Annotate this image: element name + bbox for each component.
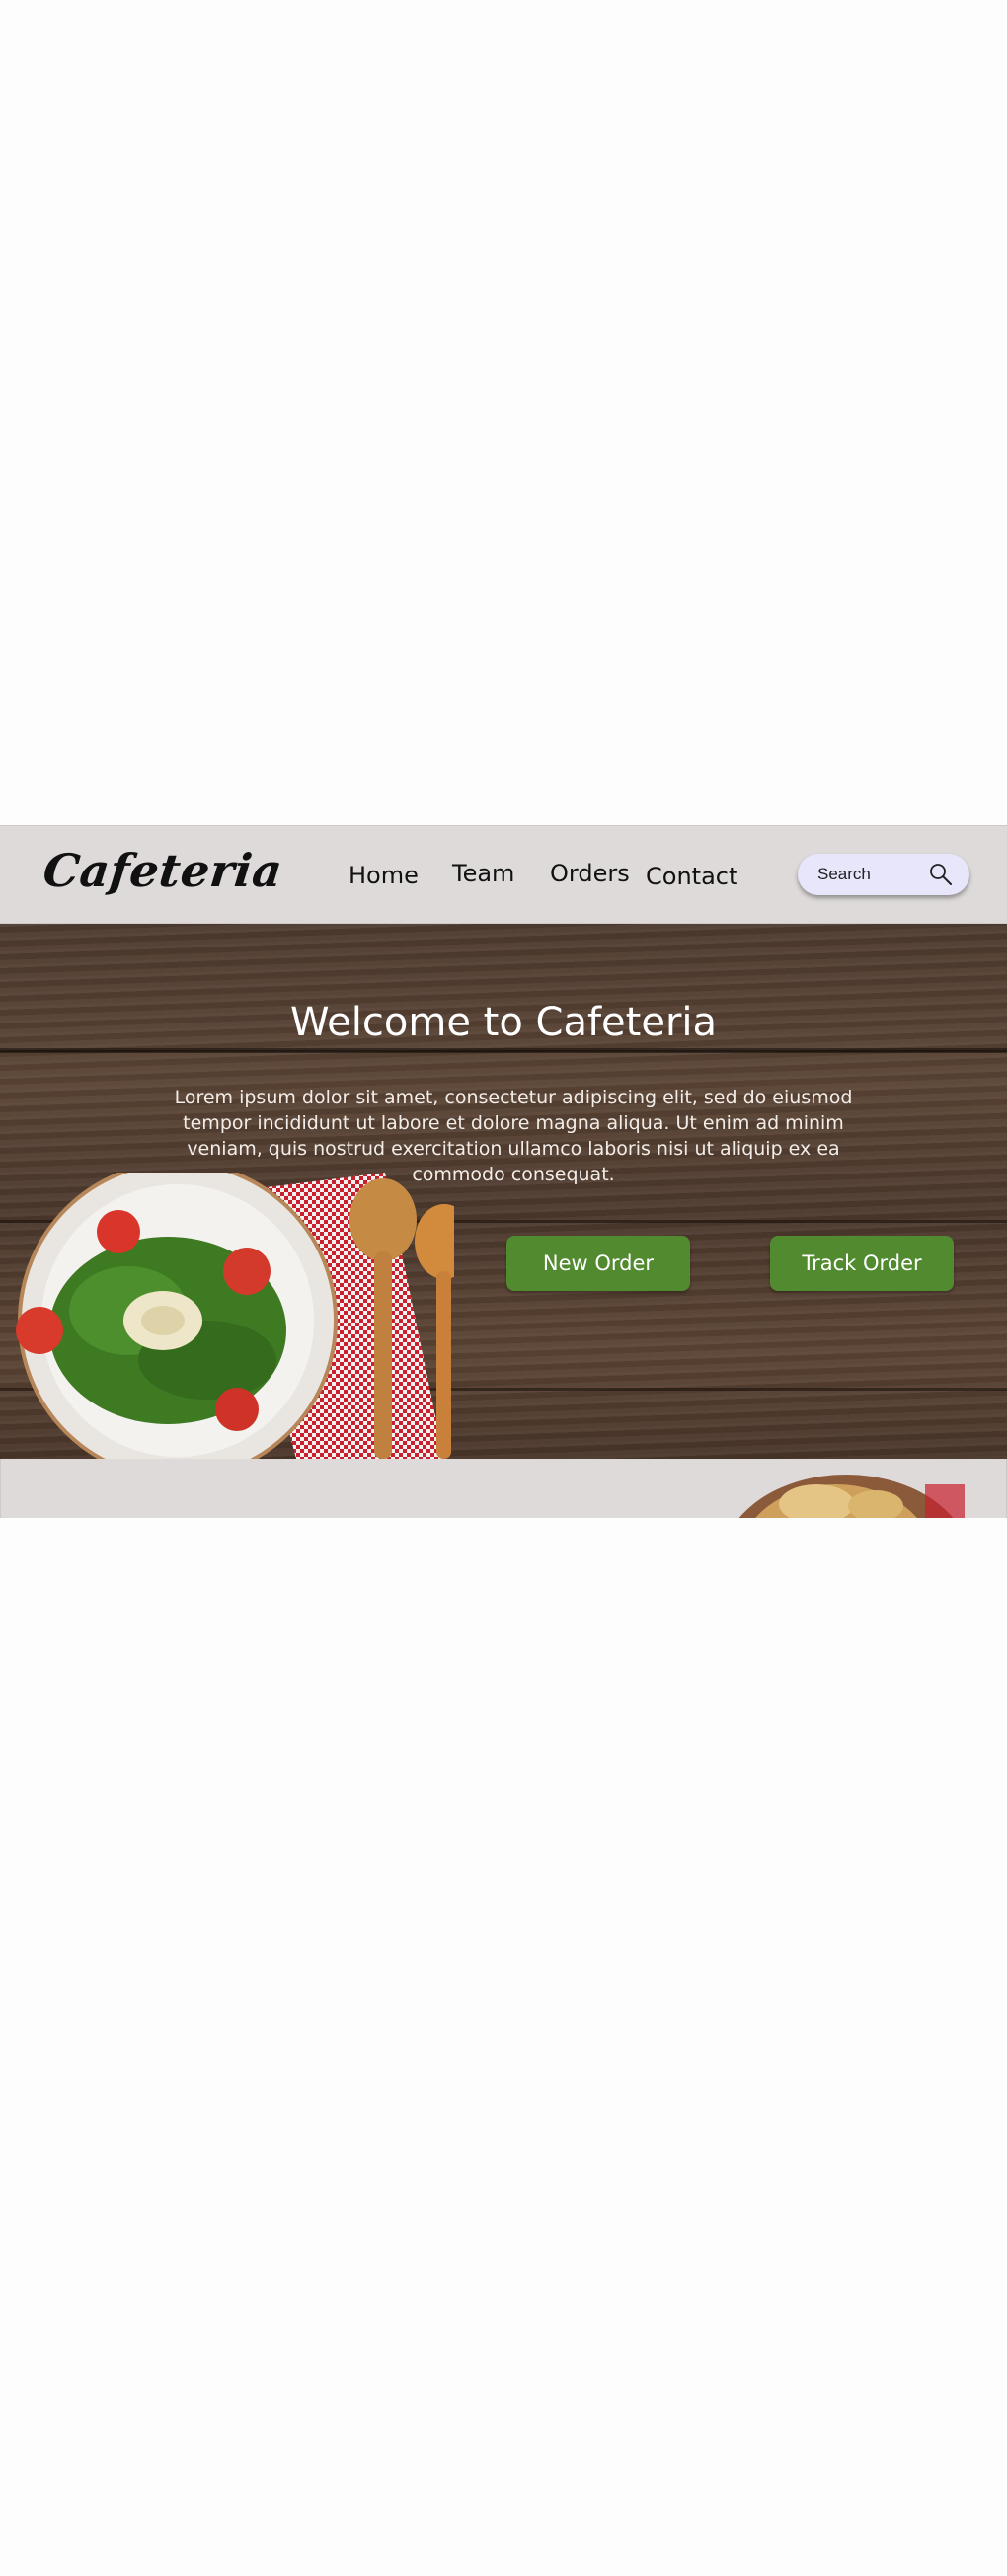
nav-contact[interactable]: Contact	[646, 863, 737, 890]
search-icon[interactable]	[928, 862, 954, 887]
nav-home[interactable]: Home	[349, 862, 419, 889]
hero-description: Lorem ipsum dolor sit amet, consectetur …	[174, 1087, 853, 1185]
track-order-button[interactable]: Track Order	[770, 1236, 954, 1291]
salad-bowl-image	[16, 1173, 454, 1459]
search-input[interactable]	[815, 863, 928, 886]
hero-title: Welcome to Cafeteria	[289, 999, 718, 1045]
blank-area	[0, 0, 1007, 825]
lower-section	[0, 1459, 1007, 1518]
wood-plank-line	[0, 1050, 1007, 1053]
food-plate-image	[738, 1475, 965, 1518]
logo[interactable]: Cafeteria	[40, 844, 285, 897]
hero-section: Welcome to Cafeteria Lorem ipsum dolor s…	[0, 924, 1007, 1459]
nav-team[interactable]: Team	[452, 860, 514, 887]
search-box	[798, 854, 969, 895]
new-order-button[interactable]: New Order	[506, 1236, 690, 1291]
nav-orders[interactable]: Orders	[550, 860, 630, 887]
site-header: Cafeteria Home Team Orders Contact	[0, 825, 1007, 924]
